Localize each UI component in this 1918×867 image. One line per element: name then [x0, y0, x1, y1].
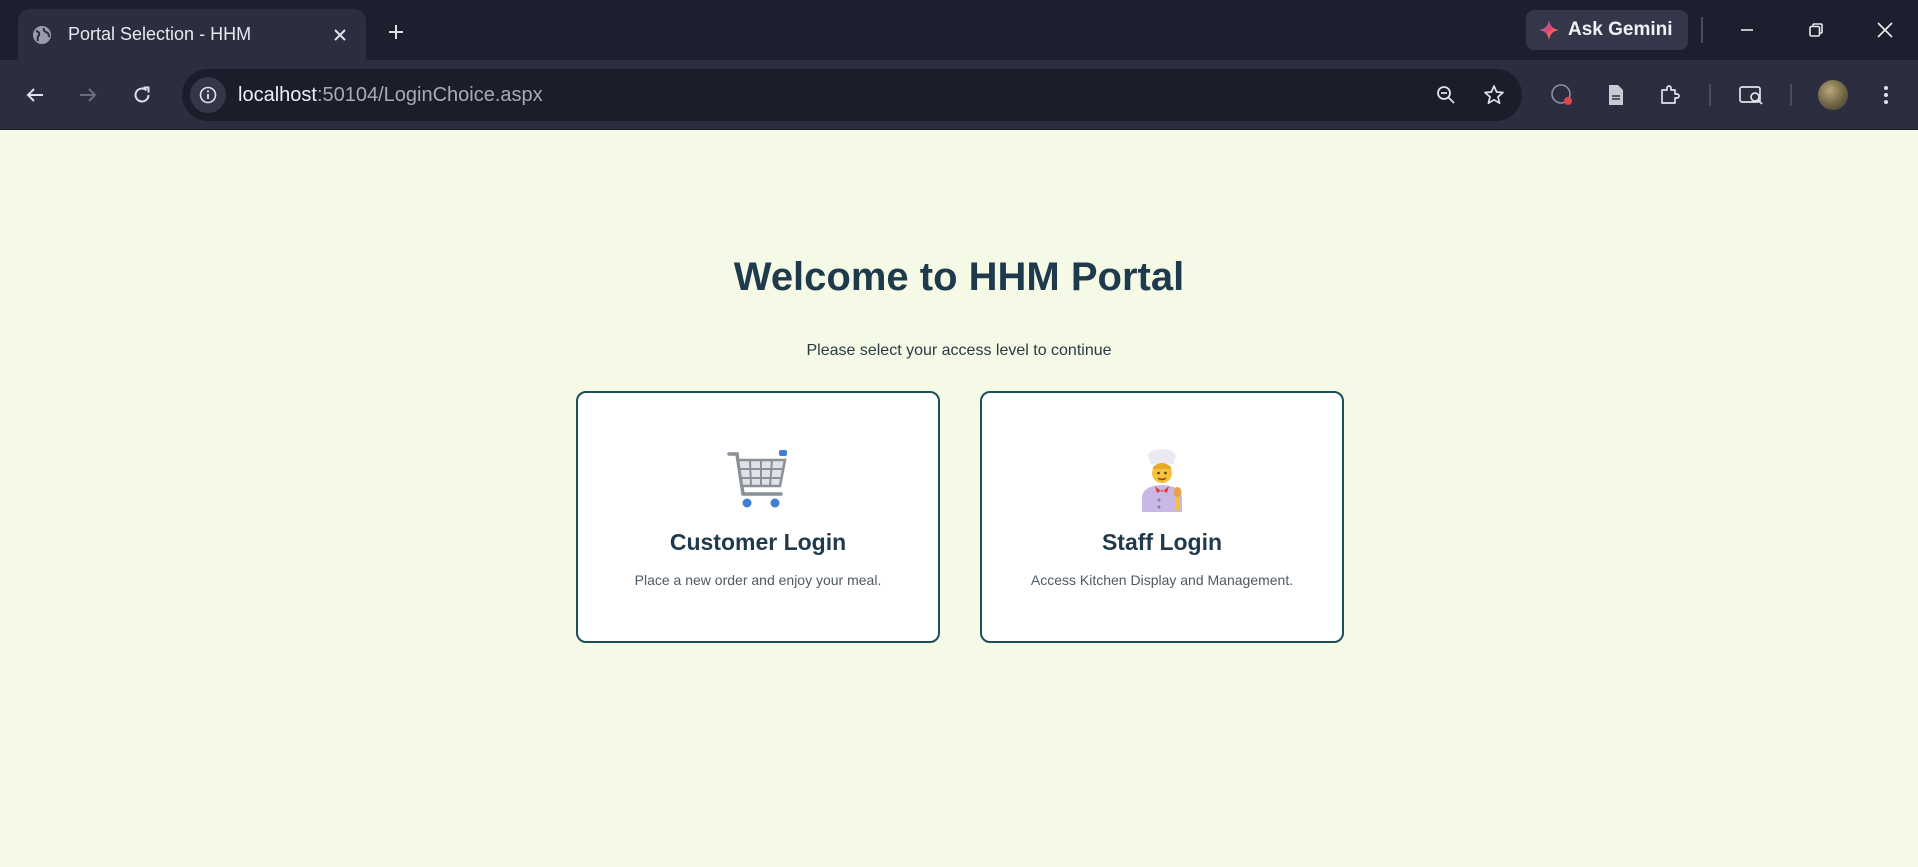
new-tab-button[interactable] — [382, 18, 410, 46]
menu-kebab-icon[interactable] — [1868, 77, 1904, 113]
page-subtitle: Please select your access level to conti… — [806, 342, 1112, 359]
close-tab-icon[interactable] — [328, 23, 352, 47]
globe-icon — [32, 25, 52, 45]
gemini-sparkle-icon — [1539, 20, 1559, 40]
divider — [1790, 84, 1792, 106]
profile-avatar[interactable] — [1818, 80, 1848, 110]
extensions-puzzle-icon[interactable] — [1652, 77, 1688, 113]
url-text[interactable]: localhost:50104/LoginChoice.aspx — [238, 84, 1428, 107]
info-icon[interactable] — [190, 77, 226, 113]
shopping-cart-icon — [578, 448, 938, 512]
browser-toolbar: localhost:50104/LoginChoice.aspx — [0, 60, 1918, 130]
customer-login-card[interactable]: Customer Login Place a new order and enj… — [576, 391, 940, 643]
page-title: Welcome to HHM Portal — [733, 255, 1185, 299]
back-arrow-icon — [26, 88, 43, 102]
ask-gemini-label: Ask Gemini — [1568, 19, 1673, 40]
bookmark-star-icon[interactable] — [1476, 77, 1512, 113]
tab-search-icon[interactable] — [1733, 77, 1769, 113]
zoom-out-icon[interactable] — [1428, 77, 1464, 113]
staff-login-title: Staff Login — [1101, 529, 1223, 555]
reload-button[interactable] — [124, 77, 160, 113]
address-bar[interactable]: localhost:50104/LoginChoice.aspx — [182, 69, 1522, 121]
url-path: :50104/LoginChoice.aspx — [316, 83, 543, 106]
reload-icon — [134, 86, 150, 103]
divider — [1701, 17, 1703, 43]
tab-strip: Portal Selection - HHM Ask Gemini — [0, 0, 1918, 60]
chef-icon — [982, 448, 1342, 512]
forward-arrow-icon — [80, 88, 97, 102]
divider — [1709, 84, 1711, 106]
restore-button[interactable] — [1793, 14, 1839, 46]
tab-title: Portal Selection - HHM — [68, 24, 252, 44]
plus-icon — [389, 25, 403, 39]
staff-login-card[interactable]: Staff Login Access Kitchen Display and M… — [980, 391, 1344, 643]
close-icon — [1877, 22, 1893, 38]
back-button[interactable] — [17, 77, 53, 113]
ask-gemini-button[interactable]: Ask Gemini — [1526, 10, 1688, 50]
customer-login-description: Place a new order and enjoy your meal. — [634, 572, 882, 588]
restore-icon — [1809, 23, 1823, 37]
customer-login-title: Customer Login — [669, 529, 847, 555]
browser-tab[interactable]: Portal Selection - HHM — [18, 9, 366, 60]
close-window-button[interactable] — [1862, 14, 1908, 46]
document-icon[interactable] — [1598, 77, 1634, 113]
staff-login-description: Access Kitchen Display and Management. — [1030, 572, 1294, 588]
minimize-button[interactable] — [1724, 14, 1770, 46]
url-host: localhost — [238, 83, 317, 106]
minimize-icon — [1741, 29, 1753, 31]
forward-button[interactable] — [70, 77, 106, 113]
extension-recorder-icon[interactable] — [1544, 77, 1580, 113]
